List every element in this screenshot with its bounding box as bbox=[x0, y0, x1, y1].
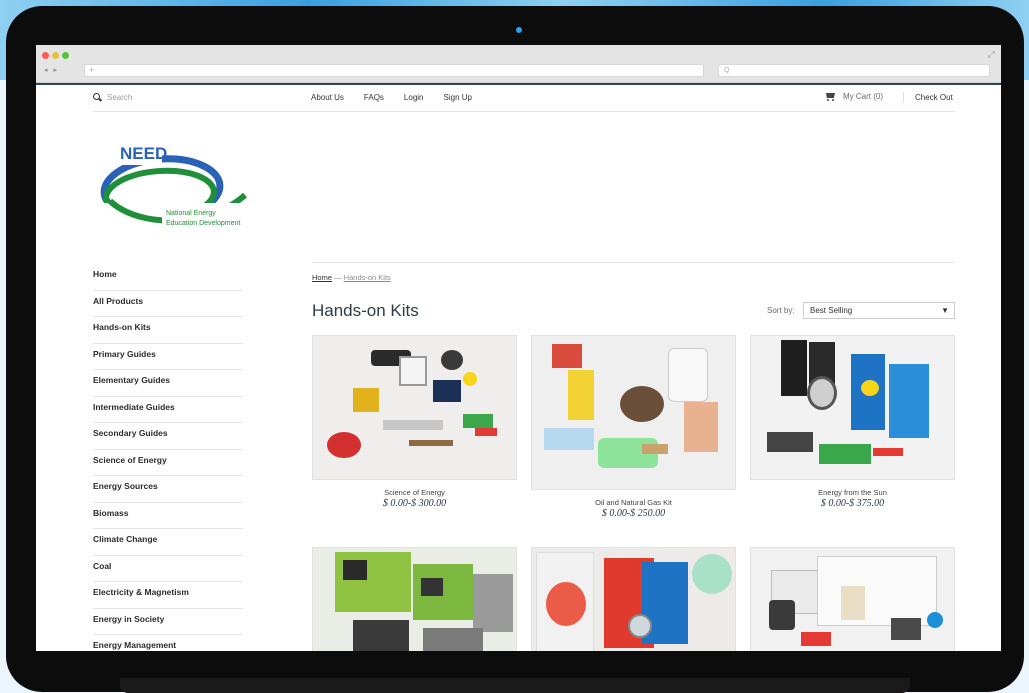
breadcrumb: Home — Hands-on Kits bbox=[312, 273, 391, 282]
product-price: $ 0.00-$ 375.00 bbox=[820, 498, 885, 509]
address-bar[interactable]: + bbox=[84, 64, 704, 77]
sidebar-item-climate-change[interactable]: Climate Change bbox=[93, 529, 243, 556]
sort-select[interactable]: Best Selling ▼ bbox=[803, 302, 955, 319]
sidebar-item-energy-in-society[interactable]: Energy in Society bbox=[93, 609, 243, 635]
product-image[interactable] bbox=[531, 335, 736, 490]
store-page: Search About Us FAQs Login Sign Up My Ca… bbox=[36, 83, 1001, 651]
back-forward-arrows-icon[interactable]: ◂ ▸ bbox=[44, 66, 59, 74]
sidebar-item-hands-on-kits[interactable]: Hands-on Kits bbox=[93, 317, 243, 344]
product-card-science-of-energy[interactable]: Science of Energy $ 0.00-$ 300.00 bbox=[312, 335, 517, 509]
sidebar-item-coal[interactable]: Coal bbox=[93, 556, 243, 582]
logo-line-2: Education Development bbox=[166, 220, 240, 227]
search-input[interactable]: Search bbox=[107, 93, 132, 102]
cart-link[interactable]: My Cart (0) bbox=[825, 92, 883, 101]
search-icon[interactable] bbox=[93, 93, 100, 100]
sidebar-item-intermediate-guides[interactable]: Intermediate Guides bbox=[93, 397, 243, 423]
sidebar-item-biomass[interactable]: Biomass bbox=[93, 503, 243, 529]
product-name[interactable]: Energy from the Sun bbox=[750, 488, 955, 497]
product-name[interactable]: Oil and Natural Gas Kit bbox=[531, 498, 736, 507]
top-nav: About Us FAQs Login Sign Up bbox=[311, 93, 472, 102]
sidebar-item-primary-guides[interactable]: Primary Guides bbox=[93, 344, 243, 370]
sort-label: Sort by: bbox=[767, 306, 795, 315]
login-link[interactable]: Login bbox=[404, 93, 424, 102]
browser-window: ◂ ▸ + Q ⤢ Search About Us FAQs Login Sig… bbox=[36, 45, 1001, 651]
dropdown-arrow-icon: ▼ bbox=[941, 306, 949, 315]
sidebar-item-energy-sources[interactable]: Energy Sources bbox=[93, 476, 243, 503]
laptop-base bbox=[120, 678, 910, 693]
product-price: $ 0.00-$ 250.00 bbox=[601, 508, 666, 519]
sort-value: Best Selling bbox=[810, 306, 853, 315]
check-out-link[interactable]: Check Out bbox=[915, 93, 953, 102]
product-image[interactable] bbox=[531, 547, 736, 651]
sidebar-item-science-of-energy[interactable]: Science of Energy bbox=[93, 450, 243, 476]
about-us-link[interactable]: About Us bbox=[311, 93, 344, 102]
minimize-window-button[interactable] bbox=[52, 52, 59, 59]
product-card-6[interactable] bbox=[750, 547, 955, 651]
sidebar-item-secondary-guides[interactable]: Secondary Guides bbox=[93, 423, 243, 450]
product-image[interactable] bbox=[750, 335, 955, 480]
top-bar: Search About Us FAQs Login Sign Up My Ca… bbox=[93, 85, 955, 112]
product-image[interactable] bbox=[312, 547, 517, 651]
product-image[interactable] bbox=[750, 547, 955, 651]
product-card-4[interactable] bbox=[312, 547, 517, 651]
sidebar-item-electricity-magnetism[interactable]: Electricity & Magnetism bbox=[93, 582, 243, 609]
cart-icon bbox=[825, 92, 837, 101]
divider bbox=[903, 92, 904, 103]
need-logo[interactable]: NEED National Energy Education Developme… bbox=[100, 137, 250, 233]
breadcrumb-current[interactable]: Hands-on Kits bbox=[344, 273, 391, 282]
category-sidebar: Home All Products Hands-on Kits Primary … bbox=[93, 264, 243, 651]
close-window-button[interactable] bbox=[42, 52, 49, 59]
product-card-5[interactable] bbox=[531, 547, 736, 651]
header-divider bbox=[312, 262, 955, 263]
sidebar-item-all-products[interactable]: All Products bbox=[93, 291, 243, 317]
page-title: Hands-on Kits bbox=[312, 301, 419, 320]
sidebar-item-elementary-guides[interactable]: Elementary Guides bbox=[93, 370, 243, 397]
sign-up-link[interactable]: Sign Up bbox=[444, 93, 472, 102]
product-name[interactable]: Science of Energy bbox=[312, 488, 517, 497]
browser-chrome: ◂ ▸ + Q ⤢ bbox=[36, 45, 1001, 83]
sidebar-item-home[interactable]: Home bbox=[93, 264, 243, 291]
product-card-oil-and-natural-gas-kit[interactable]: Oil and Natural Gas Kit $ 0.00-$ 250.00 bbox=[531, 335, 736, 519]
fullscreen-icon[interactable]: ⤢ bbox=[988, 49, 995, 60]
camera-dot bbox=[516, 27, 522, 33]
product-image[interactable] bbox=[312, 335, 517, 480]
sidebar-item-energy-management[interactable]: Energy Management bbox=[93, 635, 243, 651]
maximize-window-button[interactable] bbox=[62, 52, 69, 59]
product-card-energy-from-the-sun[interactable]: Energy from the Sun $ 0.00-$ 375.00 bbox=[750, 335, 955, 509]
breadcrumb-separator: — bbox=[332, 273, 344, 282]
product-price: $ 0.00-$ 300.00 bbox=[382, 498, 447, 509]
browser-search-bar[interactable]: Q bbox=[718, 64, 990, 77]
breadcrumb-home-link[interactable]: Home bbox=[312, 273, 332, 282]
logo-brand: NEED bbox=[120, 144, 167, 163]
cart-label: My Cart (0) bbox=[843, 92, 883, 101]
mockup-stage: ◂ ▸ + Q ⤢ Search About Us FAQs Login Sig… bbox=[0, 0, 1029, 693]
logo-line-1: National Energy bbox=[166, 210, 216, 217]
faqs-link[interactable]: FAQs bbox=[364, 93, 384, 102]
